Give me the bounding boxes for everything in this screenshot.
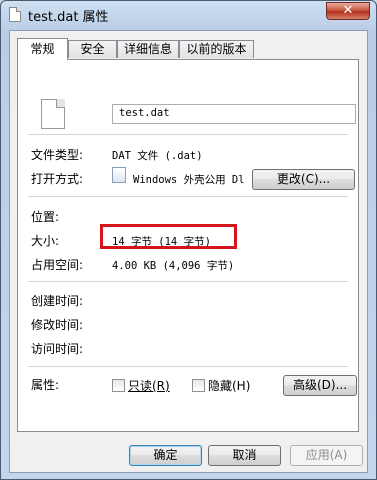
general-panel: test.dat 文件类型: DAT 文件 (.dat) 打开方式: Windo… [17, 59, 359, 432]
readonly-checkbox-label[interactable]: 只读(R) [128, 377, 170, 394]
separator [28, 281, 348, 282]
application-icon [112, 167, 126, 183]
tab-details[interactable]: 详细信息 [117, 40, 179, 58]
file-type-label: 文件类型: [31, 148, 84, 162]
opens-with-value: Windows 外壳公用 Dl [133, 174, 245, 186]
title-bar[interactable]: test.dat 属性 ✕ [1, 1, 376, 29]
readonly-checkbox[interactable] [112, 379, 125, 392]
window-title: test.dat 属性 [28, 10, 109, 25]
tab-previous-versions[interactable]: 以前的版本 [179, 40, 254, 58]
hidden-checkbox-label[interactable]: 隐藏(H) [208, 377, 250, 394]
size-on-disk-label: 占用空间: [31, 258, 84, 272]
dialog-client: 常规 安全 详细信息 以前的版本 test.dat 文件类型: DAT 文件 (… [9, 30, 368, 473]
separator [28, 196, 348, 197]
attributes-label: 属性: [31, 378, 60, 392]
apply-button[interactable]: 应用(A) [290, 445, 363, 466]
accessed-label: 访问时间: [31, 342, 84, 356]
cancel-button[interactable]: 取消 [208, 445, 281, 466]
advanced-button[interactable]: 高级(D)... [283, 375, 357, 396]
filename-field[interactable]: test.dat [112, 104, 356, 124]
created-label: 创建时间: [31, 294, 84, 308]
size-on-disk-value: 4.00 KB (4,096 字节) [112, 260, 235, 272]
opens-with-label: 打开方式: [31, 172, 84, 186]
size-value: 14 字节 (14 字节) [112, 236, 211, 248]
file-type-value: DAT 文件 (.dat) [112, 150, 203, 162]
close-button[interactable]: ✕ [326, 2, 370, 20]
properties-window: test.dat 属性 ✕ 常规 安全 详细信息 以前的版本 test.dat … [0, 0, 377, 480]
location-label: 位置: [31, 210, 60, 224]
modified-label: 修改时间: [31, 318, 84, 332]
tab-general[interactable]: 常规 [17, 38, 68, 60]
file-icon [9, 7, 21, 22]
ok-button[interactable]: 确定 [129, 445, 202, 466]
hidden-checkbox[interactable] [192, 379, 205, 392]
change-button[interactable]: 更改(C)... [252, 169, 355, 190]
tab-security[interactable]: 安全 [68, 40, 117, 58]
size-label: 大小: [31, 234, 60, 248]
separator [28, 134, 348, 135]
separator [28, 366, 348, 367]
document-icon [41, 99, 65, 129]
